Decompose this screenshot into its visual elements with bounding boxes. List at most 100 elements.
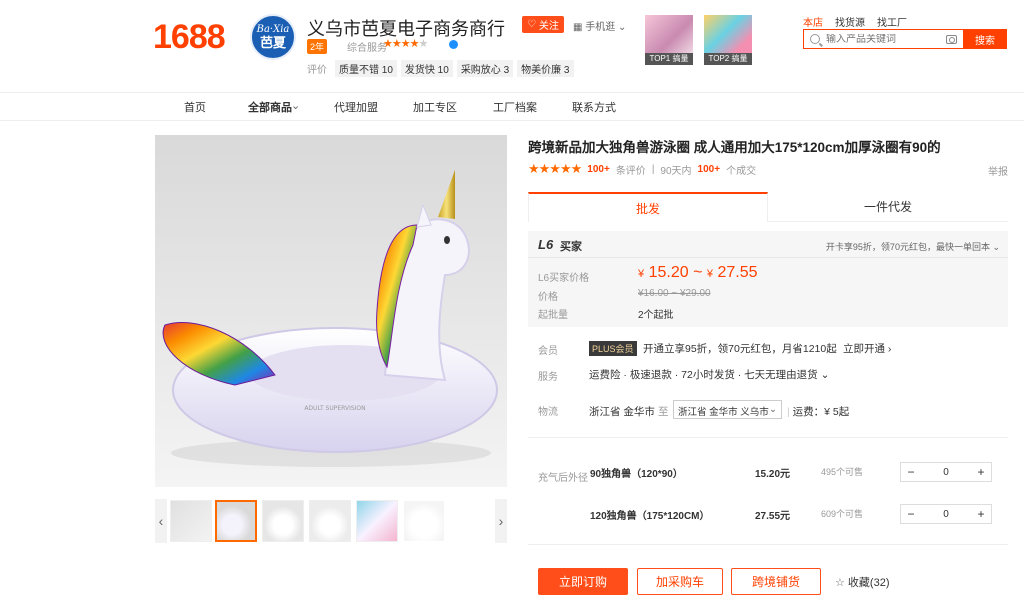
minus-icon[interactable]: − <box>901 507 921 521</box>
minus-icon[interactable]: − <box>901 465 921 479</box>
member-perk[interactable]: 开卡享95折，领70元红包，最快一单回本 ⌄ <box>826 240 1000 253</box>
price-range-sep: ~ <box>693 264 703 281</box>
review-count[interactable]: 100+ <box>587 164 610 175</box>
chevron-left-icon[interactable]: ‹ <box>155 499 167 543</box>
camera-icon[interactable] <box>946 35 957 44</box>
chevron-right-icon: › <box>885 343 892 355</box>
divider <box>528 544 1008 545</box>
quantity-value[interactable]: 0 <box>921 467 971 478</box>
member-text: 开通立享95折，领70元红包，月省1210起 <box>643 343 837 355</box>
plus-icon[interactable]: + <box>971 465 991 479</box>
shop-logo-text-cn: 芭夏 <box>259 35 286 50</box>
svg-text:ADULT SUPERVISION: ADULT SUPERVISION <box>304 405 365 412</box>
search-tab-factory[interactable]: 找工厂 <box>877 14 907 29</box>
top-product-image <box>645 15 693 53</box>
original-price: ¥16.00 ~ ¥29.00 <box>638 288 711 299</box>
service-label: 综合服务 <box>347 43 387 54</box>
report-link[interactable]: 举报 <box>988 163 1008 178</box>
cross-border-button[interactable]: 跨境铺货 <box>731 568 821 595</box>
price-label: 价格 <box>538 292 558 303</box>
service-label: 服务 <box>538 372 558 383</box>
rating-row: ★★★★★ 100+ 条评价 | 90天内 100+ 个成交 <box>528 161 756 177</box>
top-product-caption: TOP1 搞量 <box>645 53 693 65</box>
eval-tag[interactable]: 采购放心 3 <box>456 60 514 77</box>
site-logo[interactable]: 1688 <box>153 18 226 57</box>
nav-home[interactable]: 首页 <box>184 99 206 115</box>
top-product-image <box>704 15 752 53</box>
currency: ¥ <box>638 268 645 280</box>
review-label: 条评价 <box>615 165 646 177</box>
star-icon-empty: ★ <box>418 38 428 50</box>
thumbnail-3[interactable] <box>262 500 304 542</box>
tab-wholesale[interactable]: 批发 <box>528 192 768 222</box>
shipping-label: 物流 <box>538 407 558 418</box>
shop-logo[interactable]: Ba·Xia 芭夏 <box>250 14 296 60</box>
plus-member-badge: PLUS会员 <box>589 341 637 356</box>
destination-value: 浙江省 金华市 义乌市 <box>678 407 769 418</box>
variant-label: 充气后外径 <box>538 473 588 484</box>
deal-label: 个成交 <box>726 165 757 177</box>
level-title: 买家 <box>560 241 582 253</box>
verified-icon <box>449 40 458 49</box>
chevron-down-icon: ⌄ <box>615 22 627 33</box>
product-main-image[interactable]: ADULT SUPERVISION <box>155 135 507 487</box>
price-panel: L6 买家 开卡享95折，领70元红包，最快一单回本 ⌄ L6买家价格 ¥ 15… <box>528 231 1008 327</box>
nav-processing[interactable]: 加工专区 <box>413 99 457 115</box>
variant-price: 27.55元 <box>755 511 791 522</box>
nav-contact[interactable]: 联系方式 <box>572 99 616 115</box>
chevron-down-icon: ⌄ <box>769 404 777 415</box>
search-tab-store[interactable]: 本店 <box>803 14 823 29</box>
tab-dropship[interactable]: 一件代发 <box>768 192 1008 222</box>
separator: | <box>651 163 655 175</box>
chevron-down-icon[interactable]: ⌄ <box>291 99 300 112</box>
thumbnail-2[interactable] <box>215 500 257 542</box>
price-high: 27.55 <box>717 264 758 281</box>
variant-row: 90独角兽（120*90） 15.20元 495个可售 − 0 + <box>590 462 1008 482</box>
price-low: 15.20 <box>648 264 689 281</box>
eval-tag[interactable]: 发货快 10 <box>400 60 453 77</box>
nav-agency[interactable]: 代理加盟 <box>334 99 378 115</box>
follow-button[interactable]: ♡ 关注 <box>522 16 564 33</box>
nav-factory[interactable]: 工厂档案 <box>493 99 537 115</box>
open-membership-label: 立即开通 <box>843 343 885 355</box>
variant-name: 90独角兽（120*90） <box>590 469 683 480</box>
destination-select[interactable]: 浙江省 金华市 义乌市 ⌄ <box>673 400 782 419</box>
shop-logo-text: Ba·Xia <box>256 24 290 35</box>
service-stars: ★★★★★ <box>383 37 428 50</box>
nav-all-products[interactable]: 全部商品 <box>248 99 292 115</box>
thumbnail-1[interactable] <box>170 500 212 542</box>
search-tab-source[interactable]: 找货源 <box>835 14 865 29</box>
quantity-value[interactable]: 0 <box>921 509 971 520</box>
shipping-fee: | 运费：¥ 5起 <box>787 404 849 419</box>
service-text[interactable]: 运费险 · 极速退款 · 72小时发货 · 七天无理由退货 ⌄ <box>589 367 829 382</box>
thumbnail-4[interactable] <box>309 500 351 542</box>
open-membership-link[interactable]: 立即开通 › <box>843 341 891 356</box>
favorite-button[interactable]: ☆ 收藏(32) <box>835 574 889 590</box>
plus-icon[interactable]: + <box>971 507 991 521</box>
deal-count: 100+ <box>697 163 721 175</box>
l6-price-label: L6买家价格 <box>538 273 590 284</box>
chevron-down-icon[interactable]: ⌄ <box>470 16 482 33</box>
eval-tag[interactable]: 质量不错 10 <box>335 60 397 77</box>
mobile-link[interactable]: ▦ 手机逛 ⌄ <box>573 18 626 33</box>
thumbnail-6[interactable] <box>403 500 445 542</box>
buy-now-button[interactable]: 立即订购 <box>538 568 628 595</box>
thumbnail-5[interactable] <box>356 500 398 542</box>
service-items: 运费险 · 极速退款 · 72小时发货 · 七天无理由退货 <box>589 369 818 381</box>
level-badge: L6 <box>538 237 554 252</box>
variant-row: 120独角兽（175*120CM） 27.55元 609个可售 − 0 + <box>590 504 1008 524</box>
variant-stock: 495个可售 <box>821 467 864 477</box>
years-badge: 2年 <box>307 39 328 54</box>
chevron-right-icon[interactable]: › <box>495 499 507 543</box>
add-to-cart-button[interactable]: 加采购车 <box>637 568 723 595</box>
top-product-2[interactable]: TOP2 搞量 <box>704 15 752 65</box>
top-product-1[interactable]: TOP1 搞量 <box>645 15 693 65</box>
search-button[interactable]: 搜索 <box>963 29 1007 49</box>
variant-stock: 609个可售 <box>821 509 864 519</box>
mobile-label: 手机逛 <box>585 22 616 33</box>
search-input[interactable] <box>826 33 936 45</box>
eval-tag[interactable]: 物美价廉 3 <box>517 60 574 77</box>
l6-price: ¥ 15.20 ~ ¥ 27.55 <box>638 264 758 282</box>
star-icon: ☆ <box>835 577 848 589</box>
chevron-down-icon: ⌄ <box>989 242 1000 252</box>
